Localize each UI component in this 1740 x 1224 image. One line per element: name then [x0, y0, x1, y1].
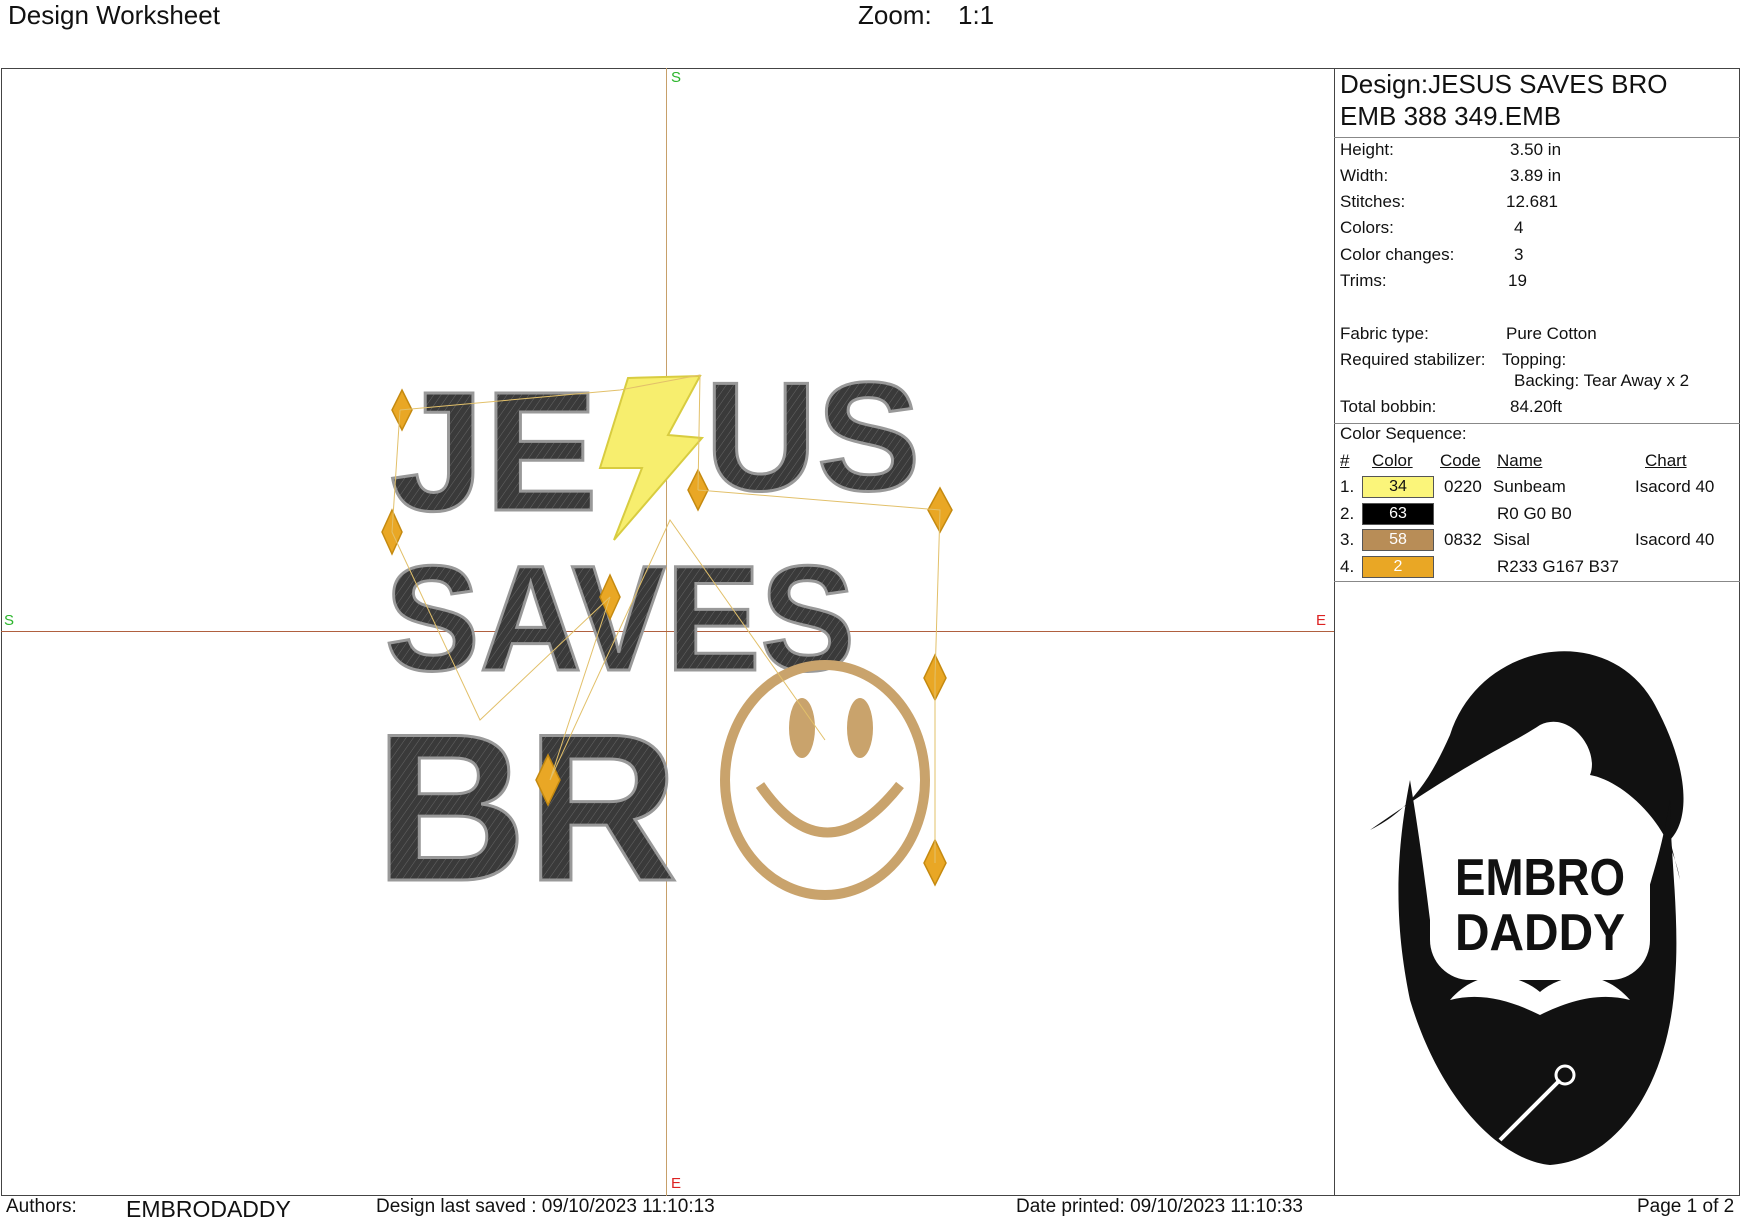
- axis-label-right: E: [1316, 612, 1327, 629]
- trims-label: Trims:: [1340, 271, 1387, 290]
- authors-value: EMBRODADDY: [126, 1196, 291, 1222]
- seq-num: 1.: [1340, 477, 1355, 496]
- bobbin-label: Total bobbin:: [1340, 397, 1437, 416]
- bobbin-value: 84.20ft: [1510, 397, 1562, 416]
- topping-value: Topping:: [1502, 350, 1567, 369]
- word-us: US: [705, 360, 920, 523]
- seq-code: 0832: [1444, 530, 1482, 549]
- color-changes-value: 3: [1514, 245, 1524, 264]
- seq-chart: Isacord 40: [1635, 477, 1715, 496]
- file-line: EMB 388 349.EMB: [1340, 101, 1562, 131]
- seq-num: 3.: [1340, 530, 1355, 549]
- header-chart: Chart: [1645, 451, 1687, 470]
- zoom-label: Zoom:: [858, 0, 932, 30]
- logo-line-1: EMBRO: [1455, 849, 1625, 907]
- fabric-label: Fabric type:: [1340, 324, 1429, 343]
- axis-label-bottom: E: [671, 1175, 682, 1192]
- seq-name: Sisal: [1493, 530, 1530, 549]
- authors-label: Authors:: [6, 1196, 77, 1217]
- embrodaddy-logo: EMBRO DADDY: [1370, 651, 1684, 1165]
- stabilizer-label: Required stabilizer:: [1340, 350, 1486, 369]
- divider: [1334, 137, 1740, 138]
- color-swatch: 34: [1362, 476, 1434, 498]
- word-br: BR: [375, 690, 678, 900]
- smiley-eye-right: [847, 698, 873, 758]
- height-value: 3.50 in: [1510, 140, 1562, 159]
- page-number: Page 1 of 2: [1637, 1196, 1735, 1217]
- seq-name: R0 G0 B0: [1497, 504, 1572, 523]
- height-label: Height:: [1340, 140, 1394, 159]
- divider: [1334, 581, 1740, 582]
- colors-value: 4: [1514, 218, 1524, 237]
- stitches-label: Stitches:: [1340, 192, 1406, 211]
- seq-name: R233 G167 B37: [1497, 557, 1619, 576]
- axis-label-top: S: [671, 69, 682, 86]
- color-swatch: 63: [1362, 503, 1434, 525]
- page-title: Design Worksheet: [8, 0, 220, 30]
- fabric-value: Pure Cotton: [1506, 324, 1597, 343]
- seq-name: Sunbeam: [1493, 477, 1566, 496]
- design-line: Design:JESUS SAVES BRO: [1340, 69, 1668, 99]
- color-sequence-title: Color Sequence:: [1340, 424, 1467, 443]
- seq-chart: Isacord 40: [1635, 530, 1715, 549]
- zoom-value[interactable]: 1:1: [958, 0, 994, 31]
- header-color: Color: [1372, 451, 1413, 470]
- seq-num: 2.: [1340, 504, 1355, 523]
- color-swatch: 2: [1362, 556, 1434, 578]
- lightning-bolt: [598, 374, 705, 541]
- trims-value: 19: [1508, 271, 1527, 290]
- header-num: #: [1340, 451, 1350, 470]
- colors-label: Colors:: [1340, 218, 1394, 237]
- color-swatch: 58: [1362, 529, 1434, 551]
- stitches-value: 12.681: [1506, 192, 1558, 211]
- seq-num: 4.: [1340, 557, 1355, 576]
- embroidery-design: JE US SAVES BR: [374, 360, 953, 900]
- width-label: Width:: [1340, 166, 1389, 185]
- date-printed: Date printed: 09/10/2023 11:10:33: [1016, 1196, 1303, 1217]
- backing-value: Backing: Tear Away x 2: [1514, 371, 1690, 390]
- header-code: Code: [1440, 451, 1481, 470]
- seq-code: 0220: [1444, 477, 1482, 496]
- design-name: Design:JESUS SAVES BRO EMB 388 349.EMB: [1340, 68, 1668, 132]
- axis-label-left: S: [4, 612, 15, 629]
- word-je: JE: [390, 360, 598, 547]
- width-value: 3.89 in: [1510, 166, 1562, 185]
- design-last-saved: Design last saved : 09/10/2023 11:10:13: [376, 1196, 715, 1217]
- logo-line-2: DADDY: [1455, 904, 1625, 962]
- header-name: Name: [1497, 451, 1543, 470]
- color-changes-label: Color changes:: [1340, 245, 1455, 264]
